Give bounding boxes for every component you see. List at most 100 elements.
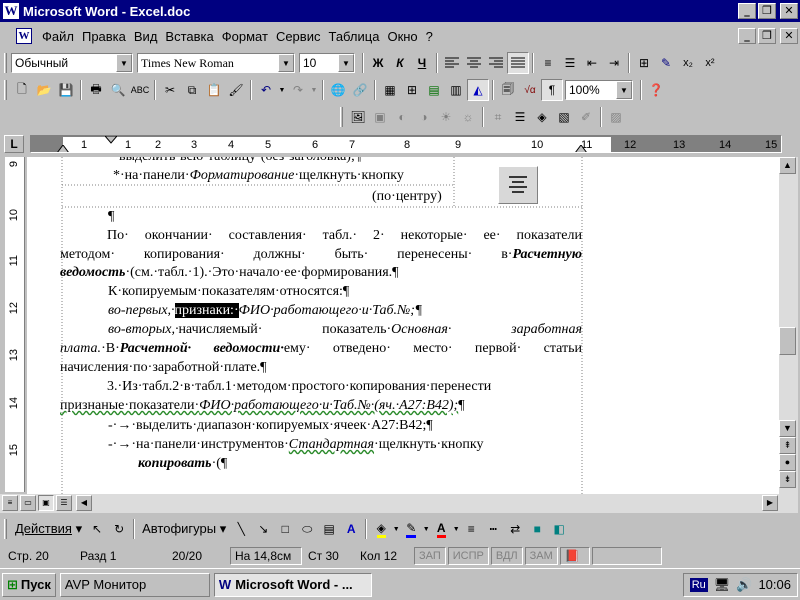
superscript-button[interactable]: x² xyxy=(699,52,721,74)
insert-hyperlink-button[interactable]: 🔗 xyxy=(349,79,371,101)
next-page-button[interactable]: ⇟ xyxy=(779,471,796,488)
save-button[interactable]: 💾 xyxy=(55,79,77,101)
menu-edit[interactable]: Правка xyxy=(78,29,130,44)
web-toolbar-button[interactable]: 🌐 xyxy=(327,79,349,101)
copy-button[interactable]: ⧉ xyxy=(181,79,203,101)
set-transparent-button[interactable]: ✐ xyxy=(575,106,597,128)
font-combo[interactable]: Times New Roman ▼ xyxy=(137,53,295,73)
menu-tools[interactable]: Сервис xyxy=(272,29,325,44)
chevron-down-icon[interactable]: ▼ xyxy=(616,81,632,99)
monitor-icon[interactable]: 🖥 xyxy=(714,577,731,593)
chevron-down-icon[interactable]: ▼ xyxy=(338,54,354,72)
line-tool-button[interactable]: ╲ xyxy=(230,518,252,540)
rectangle-tool-button[interactable]: □ xyxy=(274,518,296,540)
undo-dropdown[interactable]: ▼ xyxy=(277,79,287,101)
document-map-button[interactable]: 🗐 xyxy=(497,79,519,101)
clock[interactable]: 10:06 xyxy=(758,577,791,592)
font-size-combo[interactable]: 10 ▼ xyxy=(299,53,355,73)
fill-color-dropdown[interactable]: ▼ xyxy=(392,518,400,540)
line-color-button[interactable]: ✎ xyxy=(400,518,422,540)
menu-table[interactable]: Таблица xyxy=(324,29,383,44)
undo-button[interactable]: ↶ xyxy=(255,79,277,101)
less-contrast-button[interactable]: ◑ xyxy=(413,106,435,128)
first-line-indent-icon[interactable] xyxy=(105,136,117,144)
show-formatting-button[interactable]: ¶ xyxy=(541,79,563,101)
vertical-ruler[interactable]: 9 10 11 12 13 14 15 xyxy=(5,157,25,492)
line-color-dropdown[interactable]: ▼ xyxy=(422,518,430,540)
menu-file[interactable]: Файл xyxy=(38,29,78,44)
align-center-button[interactable] xyxy=(463,52,485,74)
more-contrast-button[interactable]: ◐ xyxy=(391,106,413,128)
print-preview-button[interactable]: 🔍 xyxy=(107,79,129,101)
maximize-button[interactable]: ❐ xyxy=(758,3,776,19)
overtype-indicator[interactable]: ЗАМ xyxy=(524,547,558,565)
bold-button[interactable]: Ж xyxy=(367,52,389,74)
font-color-button[interactable]: A xyxy=(430,518,452,540)
highlight-button[interactable]: ✎ xyxy=(655,52,677,74)
scroll-down-button[interactable]: ▼ xyxy=(779,420,796,437)
print-layout-button[interactable]: ▣ xyxy=(38,495,54,511)
tab-selector[interactable]: L xyxy=(4,135,24,153)
drawing-button[interactable]: ◭ xyxy=(467,79,489,101)
doc-close-button[interactable]: ✕ xyxy=(780,28,798,44)
style-combo[interactable]: Обычный ▼ xyxy=(11,53,133,73)
menu-format[interactable]: Формат xyxy=(218,29,272,44)
decrease-indent-button[interactable]: ⇤ xyxy=(581,52,603,74)
horizontal-scrollbar[interactable]: ≡ ▭ ▣ ☰ ◀ ▶ xyxy=(0,494,798,513)
more-brightness-button[interactable]: ☀ xyxy=(435,106,457,128)
arrow-tool-button[interactable]: ↘ xyxy=(252,518,274,540)
menu-view[interactable]: Вид xyxy=(130,29,162,44)
horizontal-ruler[interactable]: 1 1 2 3 4 5 6 7 8 9 10 11 12 13 14 15 xyxy=(30,135,782,153)
menu-insert[interactable]: Вставка xyxy=(161,29,217,44)
spelling-status[interactable]: 📕 xyxy=(559,547,590,565)
dash-style-button[interactable]: ┅ xyxy=(482,518,504,540)
arrow-style-button[interactable]: ⇄ xyxy=(504,518,526,540)
doc-restore-button[interactable]: ❐ xyxy=(758,28,776,44)
tables-borders-button[interactable]: ▦ xyxy=(379,79,401,101)
fill-color-button[interactable]: ◈ xyxy=(370,518,392,540)
volume-icon[interactable]: 🔊 xyxy=(736,577,752,593)
format-picture-button[interactable]: ▧ xyxy=(553,106,575,128)
scroll-up-button[interactable]: ▲ xyxy=(779,157,796,174)
shadow-button[interactable]: ■ xyxy=(526,518,548,540)
numbering-button[interactable]: ≡ xyxy=(537,52,559,74)
3d-button[interactable]: ◧ xyxy=(548,518,570,540)
indent-marker-icon[interactable] xyxy=(57,145,69,153)
macro-record-indicator[interactable]: ЗАП xyxy=(414,547,446,565)
free-rotate-button[interactable]: ↻ xyxy=(108,518,130,540)
subscript-button[interactable]: x₂ xyxy=(677,52,699,74)
text-box-button[interactable]: ▤ xyxy=(318,518,340,540)
bullets-button[interactable]: ☰ xyxy=(559,52,581,74)
document-page[interactable]: выделить·всю·таблицу·(без·заголовка);¶ *… xyxy=(27,157,779,494)
italic-button[interactable]: К xyxy=(389,52,411,74)
extend-selection-indicator[interactable]: ВДЛ xyxy=(490,547,523,565)
oval-tool-button[interactable]: ⬭ xyxy=(296,518,318,540)
line-style-button[interactable]: ≡ xyxy=(460,518,482,540)
insert-table-button[interactable]: ⊞ xyxy=(401,79,423,101)
normal-view-button[interactable]: ≡ xyxy=(2,495,18,511)
align-left-button[interactable] xyxy=(441,52,463,74)
font-color-dropdown[interactable]: ▼ xyxy=(452,518,460,540)
menu-window[interactable]: Окно xyxy=(383,29,421,44)
doc-minimize-button[interactable]: _ xyxy=(738,28,756,44)
word-app-icon[interactable]: W xyxy=(3,3,19,19)
new-document-button[interactable]: 🗋 xyxy=(11,79,33,101)
start-button[interactable]: ⊞ Пуск xyxy=(2,572,56,597)
chevron-down-icon[interactable]: ▼ xyxy=(116,54,132,72)
spelling-button[interactable]: ABC xyxy=(129,79,151,101)
insert-excel-button[interactable]: ▤ xyxy=(423,79,445,101)
web-layout-button[interactable]: ▭ xyxy=(20,495,36,511)
select-objects-button[interactable]: ↖ xyxy=(86,518,108,540)
underline-button[interactable]: Ч xyxy=(411,52,433,74)
chevron-down-icon[interactable]: ▼ xyxy=(278,54,294,72)
document-icon[interactable]: W xyxy=(16,28,32,44)
center-align-picture[interactable] xyxy=(498,166,538,204)
crop-button[interactable]: ⌗ xyxy=(487,106,509,128)
vertical-scrollbar[interactable]: ▲ ▼ ⇞ ● ⇟ xyxy=(779,157,798,494)
reset-picture-button[interactable]: ▨ xyxy=(605,106,627,128)
borders-button[interactable]: ⊞ xyxy=(633,52,655,74)
redo-dropdown[interactable]: ▼ xyxy=(309,79,319,101)
format-painter-button[interactable]: 🖌 xyxy=(225,79,247,101)
wordart-button[interactable]: A xyxy=(340,518,362,540)
open-button[interactable]: 📂 xyxy=(33,79,55,101)
